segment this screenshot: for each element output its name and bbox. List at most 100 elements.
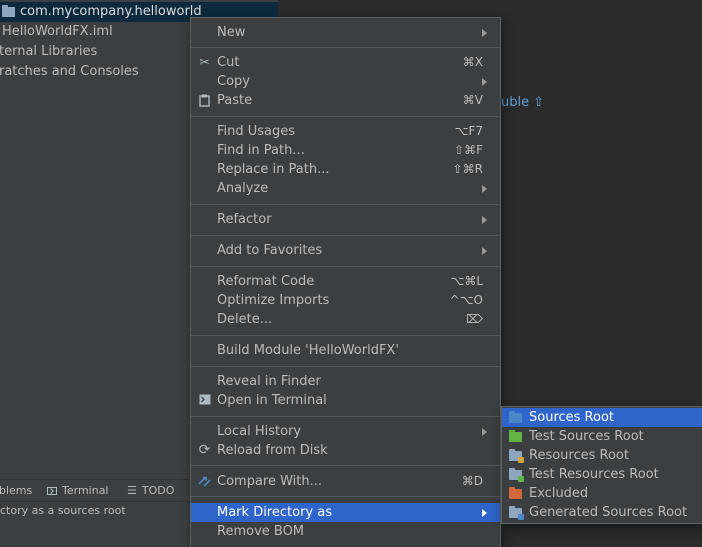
menu-item-paste[interactable]: Paste ⌘V [191,91,500,110]
menu-item-reveal-in-finder[interactable]: Reveal in Finder [191,372,500,391]
excluded-folder-icon [509,487,522,499]
menu-item-label: Remove BOM [217,524,305,539]
tree-item-label: com.mycompany.helloworld [20,4,202,19]
submenu-item-label: Test Sources Root [529,429,644,444]
menu-item-replace-in-path[interactable]: Replace in Path... ⇧⌘R [191,160,500,179]
tab-label: blems [0,484,33,497]
submenu-item-resources-root[interactable]: Resources Root [502,446,702,465]
tree-item-label: HelloWorldFX.iml [2,24,113,39]
terminal-icon [198,394,211,407]
test-sources-root-folder-icon [509,430,522,442]
submenu-arrow-icon [482,29,487,37]
submenu-item-test-resources-root[interactable]: Test Resources Root [502,465,702,484]
tree-item-label: ternal Libraries [0,44,98,59]
menu-item-open-in-terminal[interactable]: Open in Terminal [191,391,500,410]
submenu-arrow-icon [482,247,487,255]
menu-item-label: Analyze [217,181,269,196]
menu-item-local-history[interactable]: Local History [191,422,500,441]
submenu-item-label: Resources Root [529,448,629,463]
menu-item-shortcut: ⇧⌘F [454,143,483,157]
context-menu: New ✂ Cut ⌘X Copy Paste ⌘V Find Usages ⌥… [190,17,501,547]
resources-root-folder-icon [509,449,524,463]
menu-item-label: Reveal in Finder [217,374,321,389]
menu-item-label: Find Usages [217,124,296,139]
menu-item-label: Mark Directory as [217,505,332,520]
menu-item-build-module[interactable]: Build Module 'HelloWorldFX' [191,341,500,360]
submenu-arrow-icon [482,509,487,517]
menu-item-add-to-favorites[interactable]: Add to Favorites [191,241,500,260]
menu-item-new[interactable]: New [191,23,500,42]
tab-problems[interactable]: blems [0,480,32,502]
test-resources-root-folder-icon [509,468,524,482]
compare-arrows-icon [198,475,211,488]
menu-item-shortcut: ⌘X [462,55,483,69]
tab-label: Terminal [62,484,109,497]
sources-root-folder-icon [509,411,522,423]
menu-item-shortcut: ⌘V [462,93,483,107]
editor-hint-text: uble ⇧ [501,95,545,110]
menu-item-analyze[interactable]: Analyze [191,179,500,198]
menu-item-shortcut: ⌘D [461,474,483,488]
menu-separator [191,47,500,48]
menu-item-find-usages[interactable]: Find Usages ⌥F7 [191,122,500,141]
menu-item-cut[interactable]: ✂ Cut ⌘X [191,53,500,72]
menu-item-refactor[interactable]: Refactor [191,210,500,229]
menu-item-shortcut: ⌦ [466,312,483,326]
menu-item-label: Optimize Imports [217,293,330,308]
status-text: ctory as a sources root [0,504,126,517]
package-folder-icon [2,5,15,17]
menu-item-label: New [217,25,246,40]
submenu-arrow-icon [482,428,487,436]
menu-item-reformat-code[interactable]: Reformat Code ⌥⌘L [191,272,500,291]
submenu-item-sources-root[interactable]: Sources Root [502,408,702,427]
menu-separator [191,116,500,117]
menu-item-remove-bom[interactable]: Remove BOM [191,522,500,541]
menu-item-delete[interactable]: Delete... ⌦ [191,310,500,329]
submenu-item-test-sources-root[interactable]: Test Sources Root [502,427,702,446]
mark-directory-submenu: Sources Root Test Sources Root Resources… [501,406,702,524]
menu-item-label: Build Module 'HelloWorldFX' [217,343,399,358]
menu-item-label: Reload from Disk [217,443,328,458]
menu-item-shortcut: ⌥⌘L [450,274,483,288]
tab-label: TODO [141,484,175,497]
tree-item-label: ratches and Consoles [0,64,139,79]
list-icon: ☰ [127,484,137,497]
submenu-item-label: Test Resources Root [529,467,659,482]
menu-item-label: Paste [217,93,253,108]
tab-todo[interactable]: ☰ TODO [127,480,174,502]
menu-item-label: Delete... [217,312,273,327]
menu-separator [191,465,500,466]
submenu-arrow-icon [482,78,487,86]
menu-separator [191,496,500,497]
refresh-icon: ⟳ [198,442,211,458]
menu-item-find-in-path[interactable]: Find in Path... ⇧⌘F [191,141,500,160]
menu-separator [191,366,500,367]
menu-item-shortcut: ⌥F7 [454,124,483,138]
submenu-item-excluded[interactable]: Excluded [502,484,702,503]
menu-item-label: Compare With... [217,474,323,489]
menu-item-compare-with[interactable]: Compare With... ⌘D [191,472,500,491]
menu-item-copy[interactable]: Copy [191,72,500,91]
tab-terminal[interactable]: Terminal [47,480,109,502]
menu-item-label: Find in Path... [217,143,305,158]
submenu-item-generated-sources-root[interactable]: Generated Sources Root [502,503,702,522]
submenu-item-label: Excluded [529,486,589,501]
terminal-icon [47,487,57,495]
generated-sources-root-folder-icon [509,506,524,520]
menu-item-mark-directory-as[interactable]: Mark Directory as [191,503,500,522]
submenu-arrow-icon [482,216,487,224]
menu-item-optimize-imports[interactable]: Optimize Imports ^⌥O [191,291,500,310]
submenu-item-label: Sources Root [529,410,615,425]
menu-item-label: Local History [217,424,302,439]
menu-separator [191,335,500,336]
menu-item-label: Copy [217,74,250,89]
menu-item-reload-from-disk[interactable]: ⟳ Reload from Disk [191,441,500,460]
menu-separator [191,235,500,236]
scissors-icon: ✂ [199,55,210,69]
menu-separator [191,266,500,267]
menu-separator [191,204,500,205]
menu-separator [191,416,500,417]
submenu-arrow-icon [482,185,487,193]
submenu-item-label: Generated Sources Root [529,505,688,520]
menu-item-label: Refactor [217,212,272,227]
